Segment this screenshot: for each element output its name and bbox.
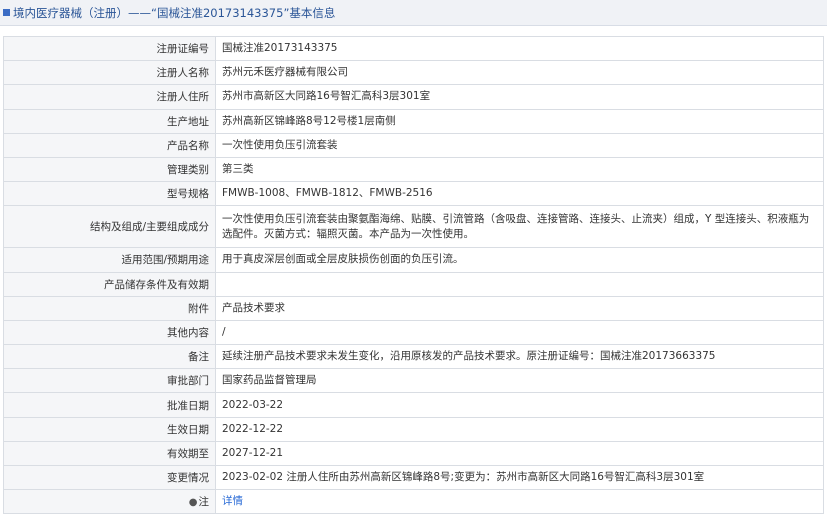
row-value — [215, 271, 824, 297]
row-label: 批准日期 — [3, 392, 216, 418]
row-label: 注册人名称 — [3, 60, 216, 86]
row-label: 生效日期 — [3, 416, 216, 442]
row-value: 产品技术要求 — [215, 295, 824, 321]
row-label: 其他内容 — [3, 319, 216, 346]
row-label: 变更情况 — [3, 464, 216, 491]
table-row: 注册人住所 苏州市高新区大同路16号智汇高科3层301室 — [3, 84, 824, 110]
page-title: 境内医疗器械（注册）——“国械注准20173143375”基本信息 — [13, 6, 336, 20]
page-header: 境内医疗器械（注册）——“国械注准20173143375”基本信息 — [0, 0, 827, 26]
row-label: 型号规格 — [3, 181, 216, 207]
row-value: 延续注册产品技术要求未发生变化，沿用原核发的产品技术要求。原注册证编号：国械注准… — [215, 344, 824, 370]
row-value: 苏州高新区锦峰路8号12号楼1层南侧 — [215, 108, 824, 134]
row-label: 备注 — [3, 344, 216, 370]
table-row: 变更情况 2023-02-02 注册人住所由苏州高新区锦峰路8号;变更为：苏州市高… — [3, 464, 824, 491]
row-label: 注册证编号 — [3, 35, 216, 62]
info-table: 注册证编号 国械注准20173143375 注册人名称 苏州元禾医疗器械有限公司 注… — [3, 35, 824, 515]
table-row: 型号规格 FMWB-1008、FMWB-1812、FMWB-2516 — [3, 181, 824, 207]
row-label: 有效期至 — [3, 440, 216, 467]
row-label: 结构及组成/主要组成成分 — [3, 205, 216, 249]
row-value: 2023-02-02 注册人住所由苏州高新区锦峰路8号;变更为：苏州市高新区大同… — [215, 464, 824, 491]
row-value: 苏州市高新区大同路16号智汇高科3层301室 — [215, 84, 824, 110]
table-row: 生效日期 2022-12-22 — [3, 416, 824, 442]
row-label-note: ●注 — [3, 489, 216, 515]
table-row: ●注 详情 — [3, 489, 824, 515]
row-value: 2027-12-21 — [215, 440, 824, 467]
row-label: 产品储存条件及有效期 — [3, 271, 216, 297]
row-value: 国家药品监督管理局 — [215, 368, 824, 394]
table-row: 批准日期 2022-03-22 — [3, 392, 824, 418]
row-label: 注册人住所 — [3, 84, 216, 110]
row-value: 一次性使用负压引流套装 — [215, 132, 824, 158]
row-label: 管理类别 — [3, 156, 216, 183]
table-row: 生产地址 苏州高新区锦峰路8号12号楼1层南侧 — [3, 108, 824, 134]
table-row: 其他内容 / — [3, 319, 824, 346]
table-row: 结构及组成/主要组成成分 一次性使用负压引流套装由聚氨酯海绵、贴膜、引流管路（含吸… — [3, 205, 824, 249]
table-row: 审批部门 国家药品监督管理局 — [3, 368, 824, 394]
row-value: FMWB-1008、FMWB-1812、FMWB-2516 — [215, 181, 824, 207]
table-row: 附件 产品技术要求 — [3, 295, 824, 321]
row-value: / — [215, 319, 824, 346]
row-value: 2022-12-22 — [215, 416, 824, 442]
pin-icon: ● — [188, 497, 198, 509]
row-label: 附件 — [3, 295, 216, 321]
row-value: 一次性使用负压引流套装由聚氨酯海绵、贴膜、引流管路（含吸盘、连接管路、连接头、止… — [215, 205, 824, 249]
row-label: 审批部门 — [3, 368, 216, 394]
header-bullet-icon — [3, 9, 10, 16]
row-label: 适用范围/预期用途 — [3, 247, 216, 273]
table-row: 产品储存条件及有效期 — [3, 271, 824, 297]
row-value: 2022-03-22 — [215, 392, 824, 418]
row-value: 国械注准20173143375 — [215, 35, 824, 62]
table-row: 有效期至 2027-12-21 — [3, 440, 824, 467]
row-label: 生产地址 — [3, 108, 216, 134]
table-row: 注册人名称 苏州元禾医疗器械有限公司 — [3, 60, 824, 86]
table-row: 备注 延续注册产品技术要求未发生变化，沿用原核发的产品技术要求。原注册证编号：国械… — [3, 344, 824, 370]
details-link[interactable]: 详情 — [215, 489, 824, 515]
table-row: 管理类别 第三类 — [3, 156, 824, 183]
row-value: 第三类 — [215, 156, 824, 183]
table-row: 注册证编号 国械注准20173143375 — [3, 35, 824, 62]
note-label-text: 注 — [198, 496, 210, 509]
table-row: 产品名称 一次性使用负压引流套装 — [3, 132, 824, 158]
row-value: 用于真皮深层创面或全层皮肤损伤创面的负压引流。 — [215, 247, 824, 273]
row-label: 产品名称 — [3, 132, 216, 158]
row-value: 苏州元禾医疗器械有限公司 — [215, 60, 824, 86]
table-row: 适用范围/预期用途 用于真皮深层创面或全层皮肤损伤创面的负压引流。 — [3, 247, 824, 273]
